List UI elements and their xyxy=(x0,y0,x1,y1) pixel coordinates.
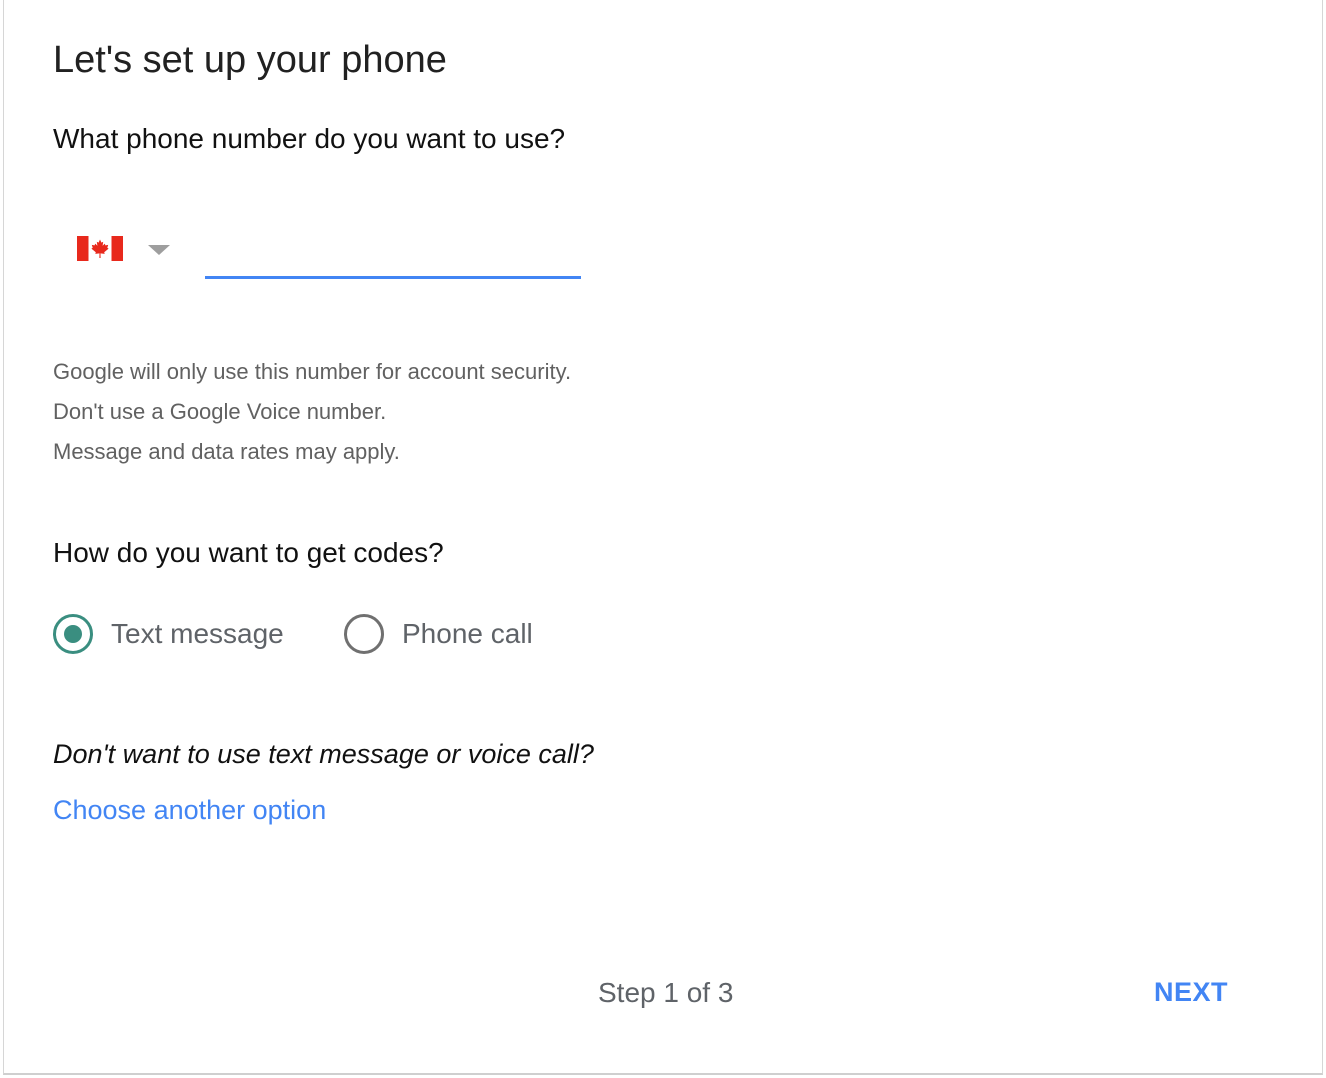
note-google-voice: Don't use a Google Voice number. xyxy=(53,399,387,424)
setup-card: Let's set up your phone What phone numbe… xyxy=(3,0,1323,1075)
text-message-radio[interactable] xyxy=(53,614,93,654)
note-account-security: Google will only use this number for acc… xyxy=(53,359,572,384)
step-indicator: Step 1 of 3 xyxy=(598,977,734,1008)
codes-question: How do you want to get codes? xyxy=(53,537,444,568)
phone-call-radio[interactable] xyxy=(344,614,384,654)
phone-number-question: What phone number do you want to use? xyxy=(53,123,566,154)
country-code-dropdown[interactable] xyxy=(74,228,184,270)
phone-call-label[interactable]: Phone call xyxy=(402,616,533,652)
phone-notes: Google will only use this number for acc… xyxy=(53,352,571,472)
text-message-label[interactable]: Text message xyxy=(111,616,284,652)
caret-down-icon[interactable] xyxy=(148,245,170,255)
alternative-question: Don't want to use text message or voice … xyxy=(53,739,594,769)
next-button[interactable]: NEXT xyxy=(1144,968,1238,1016)
canada-flag-icon xyxy=(77,236,123,261)
page-title: Let's set up your phone xyxy=(53,39,447,81)
phone-number-input[interactable] xyxy=(205,232,581,279)
choose-another-option-link[interactable]: Choose another option xyxy=(53,792,326,828)
note-data-rates: Message and data rates may apply. xyxy=(53,439,400,464)
